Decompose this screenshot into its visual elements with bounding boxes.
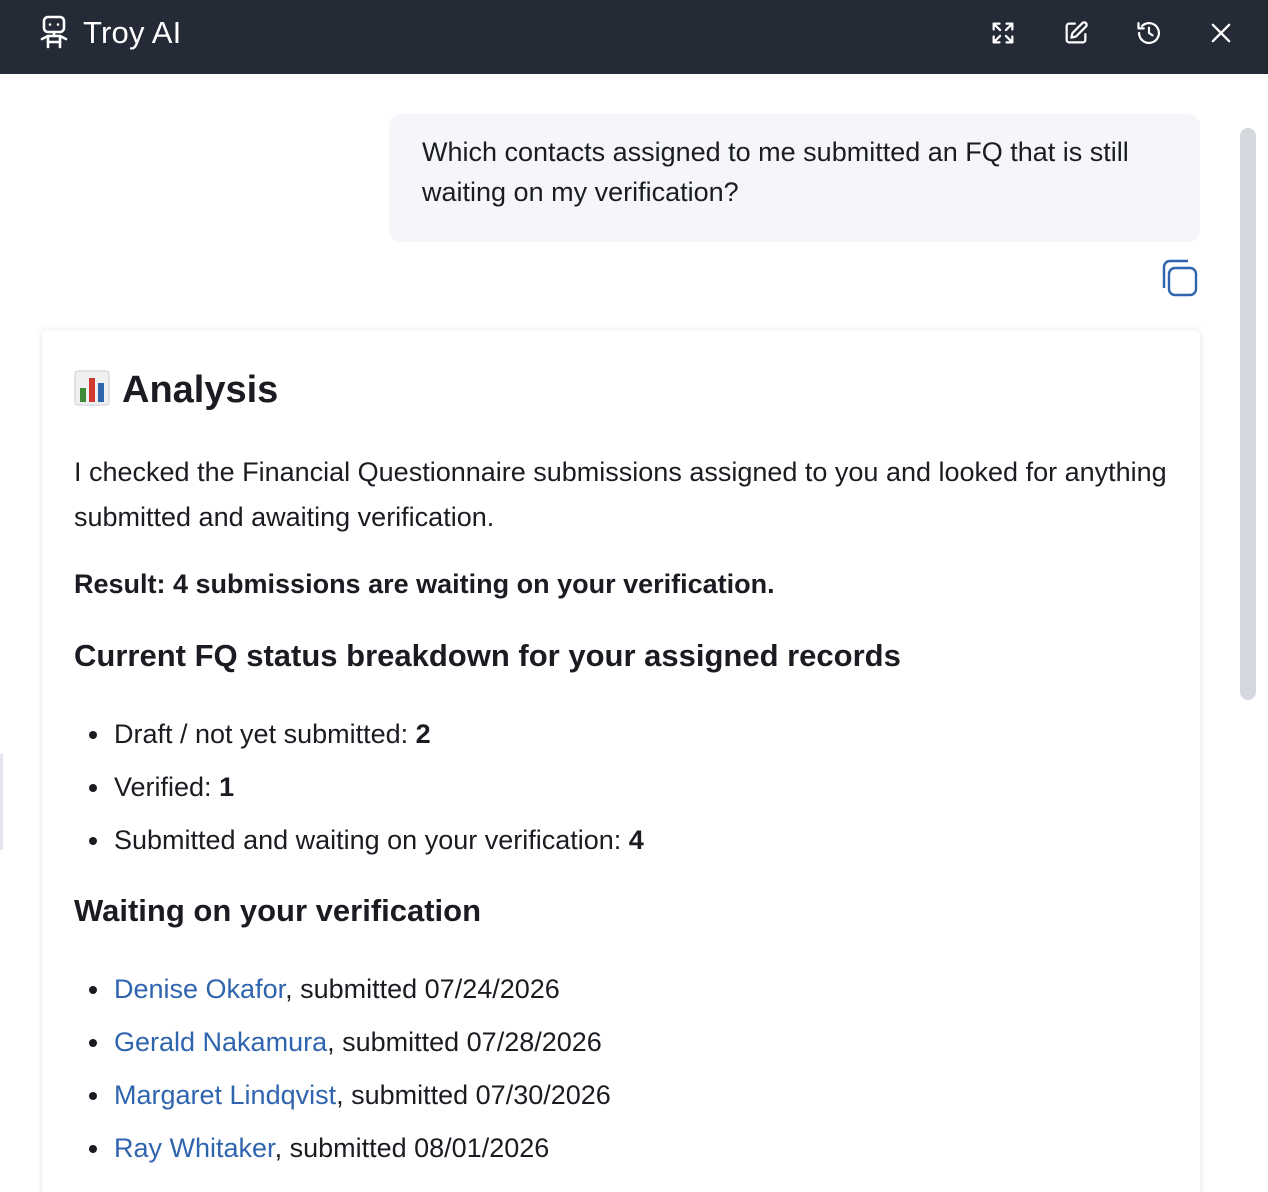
robot-icon (38, 14, 70, 50)
expand-icon (992, 22, 1014, 44)
submission-detail: , submitted 07/30/2026 (336, 1080, 611, 1110)
status-count: 4 (628, 825, 644, 855)
history-icon (1137, 21, 1161, 45)
panel-edge (0, 754, 3, 850)
expand-button[interactable] (987, 17, 1019, 49)
copy-button[interactable] (1160, 258, 1200, 298)
status-item: Verified: 1 (74, 767, 644, 820)
status-list: Draft / not yet submitted: 2 Verified: 1… (74, 714, 644, 873)
waiting-item: Margaret Lindqvist, submitted 07/30/2026 (74, 1075, 611, 1128)
waiting-item: Ray Whitaker, submitted 08/01/2026 (74, 1128, 611, 1181)
history-button[interactable] (1133, 17, 1165, 49)
bar-chart-icon (74, 370, 110, 406)
app-title: Troy AI (83, 15, 182, 50)
intro-paragraph: I checked the Financial Questionnaire su… (74, 457, 1167, 532)
status-label: Verified: (114, 772, 220, 802)
status-label: Draft / not yet submitted: (114, 719, 416, 749)
user-message: Which contacts assigned to me submitted … (389, 114, 1200, 242)
status-count: 1 (219, 772, 235, 802)
submission-detail: , submitted 08/01/2026 (274, 1133, 550, 1163)
status-label: Submitted and waiting on your verificati… (114, 825, 629, 855)
submission-detail: , submitted 07/28/2026 (327, 1027, 602, 1057)
waiting-item: Denise Okafor, submitted 07/24/2026 (74, 969, 611, 1022)
contact-link[interactable]: Margaret Lindqvist (114, 1080, 336, 1110)
edit-button[interactable] (1060, 17, 1092, 49)
status-breakdown-heading: Current FQ status breakdown for your ass… (74, 638, 901, 673)
waiting-heading: Waiting on your verification (74, 893, 482, 928)
status-count: 2 (415, 719, 431, 749)
edit-icon (1065, 21, 1088, 44)
scrollbar-thumb[interactable] (1240, 128, 1256, 700)
submission-detail: , submitted 07/24/2026 (285, 974, 560, 1004)
copy-icon (1162, 259, 1198, 297)
status-item: Submitted and waiting on your verificati… (74, 820, 644, 873)
contact-link[interactable]: Gerald Nakamura (114, 1027, 327, 1057)
analysis-heading: Analysis (74, 366, 278, 414)
waiting-item: Gerald Nakamura, submitted 07/28/2026 (74, 1022, 611, 1075)
contact-link[interactable]: Ray Whitaker (114, 1133, 275, 1163)
close-button[interactable] (1205, 17, 1237, 49)
waiting-list: Denise Okafor, submitted 07/24/2026 Gera… (74, 969, 611, 1181)
chat-content[interactable]: Which contacts assigned to me submitted … (0, 74, 1268, 1192)
contact-link[interactable]: Denise Okafor (114, 974, 285, 1004)
header-bar: Troy AI (0, 0, 1268, 74)
status-item: Draft / not yet submitted: 2 (74, 714, 644, 767)
close-icon (1211, 23, 1231, 43)
assistant-answer-card: Analysis I checked the Financial Questio… (42, 330, 1200, 1192)
analysis-heading-text: Analysis (122, 369, 279, 411)
result-summary: Result: 4 submissions are waiting on you… (74, 569, 775, 599)
